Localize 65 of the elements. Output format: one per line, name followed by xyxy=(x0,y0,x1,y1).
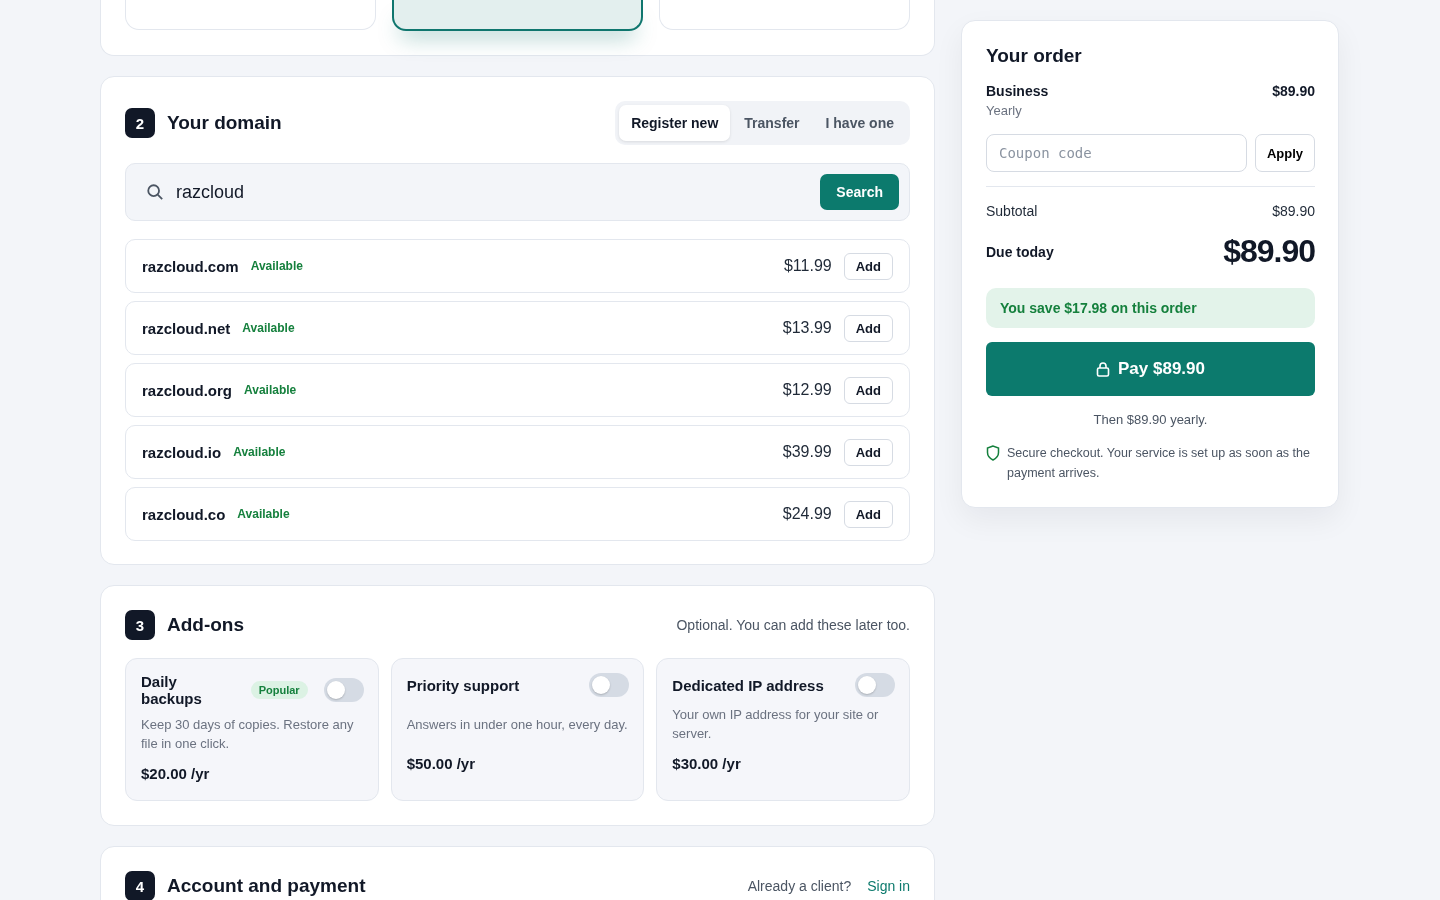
domain-name: razcloud.net xyxy=(142,319,231,337)
renewal-note: Then $89.90 yearly. xyxy=(1092,412,1209,427)
domain-name: razcloud.co xyxy=(142,505,226,523)
tab[interactable]: Transfer xyxy=(732,105,812,141)
step-number: 3 xyxy=(125,610,155,640)
add-button[interactable]: Add xyxy=(843,500,893,528)
step-number: 4 xyxy=(125,871,155,900)
shield-icon xyxy=(986,445,1000,461)
apply-button[interactable]: Apply xyxy=(1254,134,1315,172)
search-icon xyxy=(146,183,164,201)
lock-icon xyxy=(1096,361,1110,377)
plan-card[interactable] xyxy=(392,0,643,31)
domain-name: razcloud.io xyxy=(142,443,222,461)
domain-name: razcloud.com xyxy=(142,257,239,275)
availability-label: Available xyxy=(244,383,297,397)
domain-price: $13.99 xyxy=(782,319,832,337)
subtotal-label: Subtotal xyxy=(986,203,1038,219)
addon-name: Daily backups xyxy=(141,673,203,707)
secure-checkout-note: Secure checkout. Your service is set up as soon as the payment arrives. xyxy=(1007,445,1311,482)
client-prompt: Already a client? xyxy=(747,878,852,894)
section-title: Your domain xyxy=(167,112,282,134)
tab[interactable]: I have one xyxy=(813,105,906,141)
addon-description: Keep 30 days of copies. Restore any file in one click. xyxy=(141,716,355,753)
add-button[interactable]: Add xyxy=(843,438,893,466)
availability-label: Available xyxy=(250,259,303,273)
section-note: Optional. You can add these later too. xyxy=(676,617,910,633)
add-button[interactable]: Add xyxy=(843,314,893,342)
domain-name: razcloud.org xyxy=(142,381,232,399)
step-number: 2 xyxy=(125,108,155,138)
search-field[interactable]: razcloud Search xyxy=(125,163,910,221)
addon-name: Dedicated IP address xyxy=(672,676,825,694)
availability-label: Available xyxy=(233,445,286,459)
coupon-field[interactable]: Coupon code xyxy=(986,134,1247,172)
addon-description: Answers in under one hour, every day. xyxy=(406,715,629,734)
order-title: Your order xyxy=(986,45,1083,67)
due-today-label: Due today xyxy=(986,243,1054,260)
section-title: Add-ons xyxy=(167,614,245,636)
domain-price: $24.99 xyxy=(782,505,832,523)
search-button[interactable]: Search xyxy=(820,174,899,210)
domain-price: $39.99 xyxy=(782,443,832,461)
pay-button[interactable]: Pay $89.90 xyxy=(986,342,1315,396)
sign-in-link[interactable]: Sign in xyxy=(867,878,910,894)
availability-label: Available xyxy=(237,507,290,521)
savings-notice: You save $17.98 on this order xyxy=(986,288,1315,328)
addon-price: $30.00 /yr xyxy=(672,755,742,772)
domain-price: $12.99 xyxy=(782,381,832,399)
popular-badge: Popular xyxy=(250,681,308,699)
addon-description: Your own IP address for your site or server. xyxy=(672,706,880,743)
tab[interactable]: Register new xyxy=(619,105,731,141)
section-title: Account and payment xyxy=(167,875,366,897)
domain-price: $11.99 xyxy=(783,257,832,275)
toggle-switch[interactable] xyxy=(323,678,364,702)
addon-name: Priority support xyxy=(406,676,521,694)
addon-price: $20.00 /yr xyxy=(141,765,211,782)
toggle-switch[interactable] xyxy=(589,673,630,697)
subtotal-value: $89.90 xyxy=(1272,203,1315,219)
billing-period: Yearly xyxy=(986,103,1023,118)
add-button[interactable]: Add xyxy=(843,252,893,280)
addon-price: $50.00 /yr xyxy=(406,755,477,772)
availability-label: Available xyxy=(242,321,295,335)
due-today-amount: $89.90 xyxy=(1223,233,1315,270)
plan-price: $89.90 xyxy=(1272,83,1315,99)
plan-name: Business xyxy=(986,83,1049,99)
toggle-switch[interactable] xyxy=(855,673,895,697)
add-button[interactable]: Add xyxy=(843,376,893,404)
